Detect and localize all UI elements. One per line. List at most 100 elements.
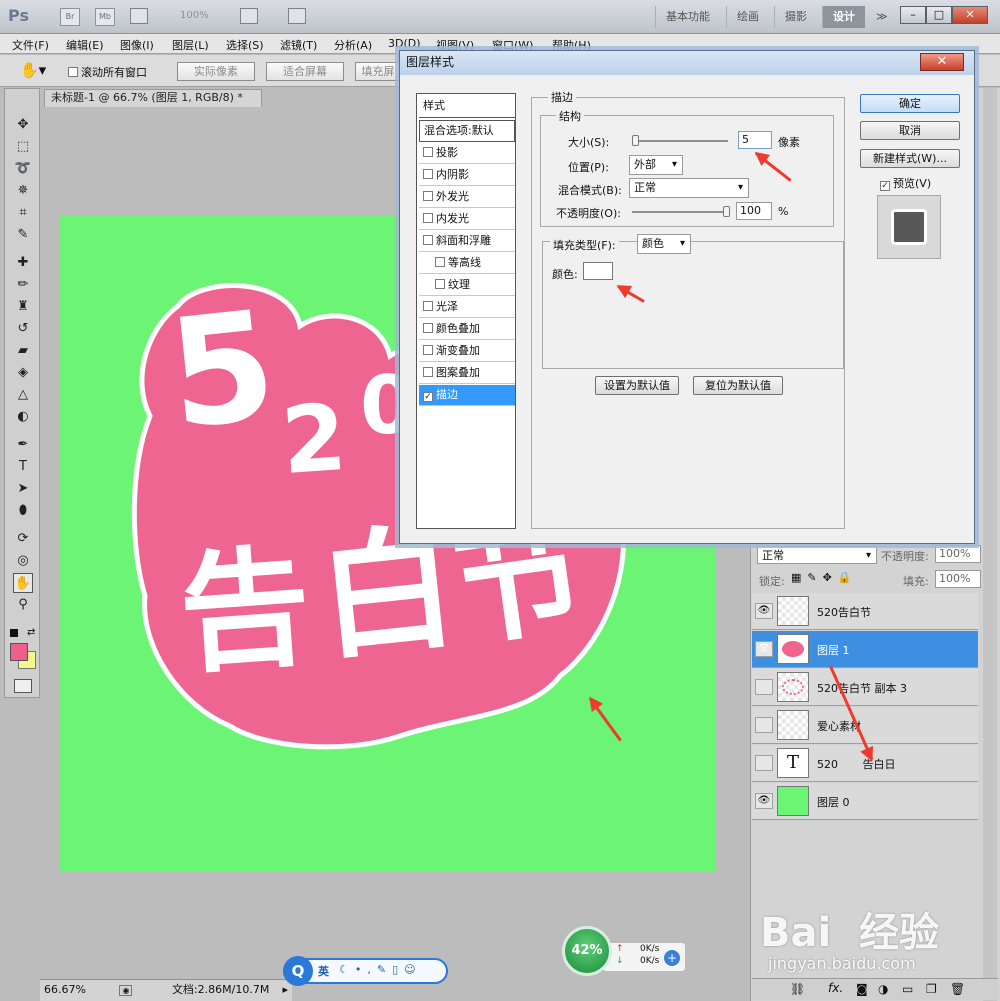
minimize-button[interactable]: – (900, 6, 926, 24)
style-satin[interactable]: 光泽 (419, 297, 515, 318)
style-gradient-overlay[interactable]: 渐变叠加 (419, 341, 515, 362)
fit-screen-button[interactable]: 适合屏幕 (266, 62, 344, 81)
bucket-icon[interactable]: ◈ (13, 363, 33, 383)
layer-row[interactable]: 520告白节 副本 3 (752, 669, 978, 706)
size-slider[interactable] (632, 140, 728, 142)
eye-hidden-icon[interactable] (755, 755, 773, 771)
fill-type-select[interactable]: 颜色 (637, 234, 691, 254)
opacity-slider[interactable] (632, 211, 728, 213)
mini-bridge-button[interactable]: Mb (95, 8, 115, 26)
layer-opacity-input[interactable]: 100% (935, 545, 981, 563)
swap-colors-icon[interactable]: ⇄ (27, 627, 35, 638)
lasso-icon[interactable]: ➰ (13, 159, 33, 179)
text-icon[interactable]: T (13, 457, 33, 477)
quick-mask-icon[interactable] (14, 679, 32, 693)
ime-logo[interactable]: Q (283, 956, 313, 986)
lock-icons[interactable]: ▦✎✥🔒 (791, 571, 858, 584)
panel-scrollbar[interactable] (983, 88, 997, 1001)
ime-tool-icons[interactable]: ☾•,✎▯☺ (339, 963, 422, 976)
style-stroke[interactable]: ✓ 描边 (419, 385, 515, 406)
status-info-icon[interactable]: ◉ (119, 985, 133, 996)
style-pattern-overlay[interactable]: 图案叠加 (419, 363, 515, 384)
scroll-all-windows-checkbox[interactable]: 滚动所有窗口 (68, 64, 147, 80)
reset-default-button[interactable]: 复位为默认值 (693, 376, 783, 395)
stroke-color-swatch[interactable] (583, 262, 613, 280)
layer-row-selected[interactable]: 👁 图层 1 (752, 631, 978, 668)
eye-hidden-icon[interactable] (755, 717, 773, 733)
ellipse-icon[interactable]: ⬮ (13, 501, 33, 521)
bridge-button[interactable]: Br (60, 8, 80, 26)
document-tab[interactable]: 未标题-1 @ 66.7% (图层 1, RGB/8) * ✕ (44, 89, 262, 120)
eye-icon[interactable]: 👁 (755, 603, 773, 619)
position-select[interactable]: 外部 (629, 155, 683, 175)
ok-button[interactable]: 确定 (860, 94, 960, 113)
workspace-more-icon[interactable]: ≫ (866, 6, 898, 28)
plus-icon[interactable]: + (664, 950, 680, 966)
3d-rotate-icon[interactable]: ⟳ (13, 529, 33, 549)
default-colors-icon[interactable] (10, 629, 18, 637)
hand-icon[interactable]: ✋ (13, 573, 33, 593)
size-slider-knob[interactable] (632, 135, 639, 146)
dodge-icon[interactable]: ◐ (13, 407, 33, 427)
style-bevel-emboss[interactable]: 斜面和浮雕 (419, 231, 515, 252)
style-inner-shadow[interactable]: 内阴影 (419, 165, 515, 186)
marquee-icon[interactable]: ⬚ (13, 137, 33, 157)
layer-blend-mode-select[interactable]: 正常 (757, 546, 877, 565)
zoom-level[interactable]: 100% (180, 10, 209, 21)
foreground-color-swatch[interactable] (10, 643, 28, 661)
style-inner-glow[interactable]: 内发光 (419, 209, 515, 230)
brush-icon[interactable]: ✏ (13, 275, 33, 295)
crop-icon[interactable]: ⌗ (13, 203, 33, 223)
preview-checkbox[interactable]: ✓ 预览(V) (880, 175, 931, 191)
maximize-button[interactable]: □ (926, 6, 952, 24)
layer-row[interactable]: 爱心素材 (752, 707, 978, 744)
layer-row[interactable]: 👁 520告白节 (752, 593, 978, 630)
size-input[interactable]: 5 (738, 131, 772, 149)
ime-language[interactable]: 英 (318, 963, 329, 979)
opacity-input[interactable]: 100 (736, 202, 772, 220)
layer-row[interactable]: 👁 图层 0 (752, 783, 978, 820)
style-color-overlay[interactable]: 颜色叠加 (419, 319, 515, 340)
status-menu-icon[interactable]: ▸ (282, 980, 288, 1000)
blend-options-item[interactable]: 混合选项:默认 (419, 120, 515, 142)
3d-orbit-icon[interactable]: ◎ (13, 551, 33, 571)
menu-3d[interactable]: 3D(D) (388, 37, 421, 50)
workspace-essentials[interactable]: 基本功能 (655, 6, 720, 28)
eye-icon[interactable]: 👁 (755, 641, 773, 657)
style-outer-glow[interactable]: 外发光 (419, 187, 515, 208)
history-brush-icon[interactable]: ↺ (13, 319, 33, 339)
move-icon[interactable]: ✥ (13, 115, 33, 135)
workspace-design[interactable]: 设计 (822, 6, 865, 28)
set-default-button[interactable]: 设置为默认值 (595, 376, 679, 395)
actual-pixels-button[interactable]: 实际像素 (177, 62, 255, 81)
styles-header[interactable]: 样式 (419, 96, 515, 118)
style-drop-shadow[interactable]: 投影 (419, 143, 515, 164)
menu-file[interactable]: 文件(F) (12, 37, 49, 53)
hand-tool-preset-icon[interactable]: ✋▾ (20, 61, 46, 79)
arrange-documents-icon[interactable] (240, 8, 258, 24)
menu-select[interactable]: 选择(S) (226, 37, 264, 53)
healing-icon[interactable]: ✚ (13, 253, 33, 273)
status-zoom[interactable]: 66.67% (44, 983, 86, 996)
menu-analysis[interactable]: 分析(A) (334, 37, 372, 53)
path-select-icon[interactable]: ➤ (13, 479, 33, 499)
menu-filter[interactable]: 滤镜(T) (280, 37, 317, 53)
network-percent-gauge[interactable]: 42% (562, 926, 612, 976)
pen-icon[interactable]: ✒ (13, 435, 33, 455)
menu-image[interactable]: 图像(I) (120, 37, 154, 53)
dialog-close-icon[interactable]: ✕ (920, 53, 964, 71)
view-extras-icon[interactable] (130, 8, 148, 24)
ime-toolbar[interactable]: Q 英 ☾•,✎▯☺ (283, 956, 448, 986)
zoom-icon[interactable]: ⚲ (13, 595, 33, 615)
eye-hidden-icon[interactable] (755, 679, 773, 695)
close-window-button[interactable]: ✕ (952, 6, 988, 24)
quick-select-icon[interactable]: ✵ (13, 181, 33, 201)
workspace-painting[interactable]: 绘画 (726, 6, 769, 28)
eraser-icon[interactable]: ▰ (13, 341, 33, 361)
eye-icon[interactable]: 👁 (755, 793, 773, 809)
eyedropper-icon[interactable]: ✎ (13, 225, 33, 245)
opacity-slider-knob[interactable] (723, 206, 730, 217)
menu-layer[interactable]: 图层(L) (172, 37, 209, 53)
fill-screen-button[interactable]: 填充屏 (355, 62, 401, 81)
menu-edit[interactable]: 编辑(E) (66, 37, 104, 53)
